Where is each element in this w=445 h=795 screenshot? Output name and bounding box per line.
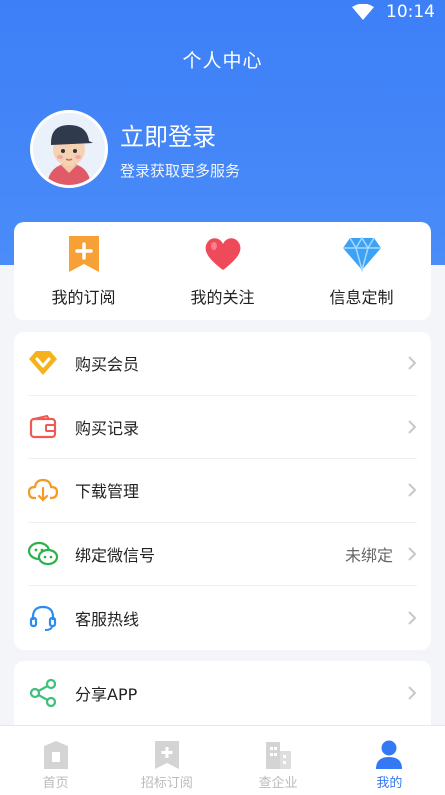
tab-label: 首页	[42, 776, 69, 791]
chevron-right-icon	[408, 547, 417, 561]
quick-action-custom-info[interactable]: 信息定制	[302, 234, 422, 308]
quick-action-label: 我的关注	[190, 288, 255, 307]
menu-group-share: 分享APP	[14, 661, 431, 725]
chevron-right-icon	[408, 420, 417, 434]
tab-home[interactable]: 首页	[0, 726, 111, 795]
menu-item-label: 绑定微信号	[75, 546, 156, 566]
menu-item-label: 购买会员	[75, 355, 140, 375]
chevron-right-icon	[408, 611, 417, 625]
menu-item-label: 下载管理	[75, 482, 140, 502]
tab-label: 查企业	[258, 776, 298, 791]
chevron-right-icon	[408, 483, 417, 498]
login-subtitle: 登录获取更多服务	[120, 162, 241, 180]
avatar-illustration	[33, 113, 105, 185]
menu-item-buy-vip[interactable]: 购买会员	[28, 332, 417, 396]
chevron-right-icon	[408, 686, 417, 700]
tab-mine[interactable]: 我的	[334, 726, 445, 795]
quick-action-subscription[interactable]: 我的订阅	[24, 234, 144, 308]
subscribe-icon	[154, 741, 179, 769]
wechat-icon	[28, 541, 58, 566]
tab-label: 招标订阅	[140, 776, 193, 791]
user-icon	[376, 740, 403, 769]
quick-action-label: 我的订阅	[51, 288, 116, 307]
status-bar: 10:14	[0, 0, 445, 24]
menu-item-customer-service[interactable]: 客服热线	[28, 586, 417, 650]
home-icon	[43, 741, 68, 769]
login-title[interactable]: 立即登录	[120, 117, 240, 152]
menu-item-download-manager[interactable]: 下载管理	[28, 459, 417, 523]
wechat-bind-status: 未绑定	[344, 546, 393, 566]
chevron-right-icon	[408, 356, 417, 371]
avatar[interactable]	[30, 110, 108, 188]
tab-label: 我的	[376, 776, 403, 791]
headset-icon	[29, 606, 57, 632]
bottom-tab-bar: 首页 招标订阅 查企业 我的	[0, 725, 445, 795]
share-icon	[29, 678, 57, 707]
wifi-icon	[352, 4, 374, 20]
status-time: 10:14	[386, 2, 435, 22]
vip-icon	[29, 351, 57, 376]
menu-item-bind-wechat[interactable]: 绑定微信号 未绑定	[28, 523, 417, 587]
menu-item-label: 购买记录	[75, 418, 140, 438]
wallet-icon	[29, 414, 57, 438]
profile-section[interactable]: 立即登录 登录获取更多服务	[30, 110, 240, 188]
diamond-icon	[342, 236, 381, 272]
tab-bid-subscription[interactable]: 招标订阅	[111, 726, 222, 795]
heart-icon	[205, 238, 240, 270]
quick-action-label: 信息定制	[329, 288, 394, 307]
bookmark-plus-icon	[68, 236, 99, 272]
quick-action-follow[interactable]: 我的关注	[163, 234, 283, 308]
menu-group-main: 购买会员 购买记录 下载管理 绑定微信号 未绑定 客服热线	[14, 332, 431, 650]
menu-item-label: 客服热线	[75, 610, 140, 630]
menu-item-purchase-history[interactable]: 购买记录	[28, 396, 417, 460]
tab-company-search[interactable]: 查企业	[223, 726, 334, 795]
quick-actions-card: 我的订阅 我的关注 信息定制	[14, 222, 431, 320]
building-icon	[266, 742, 292, 769]
page-title: 个人中心	[182, 50, 263, 72]
menu-item-share-app[interactable]: 分享APP	[28, 661, 417, 725]
menu-item-label: 分享APP	[75, 684, 138, 704]
cloud-download-icon	[28, 479, 58, 503]
